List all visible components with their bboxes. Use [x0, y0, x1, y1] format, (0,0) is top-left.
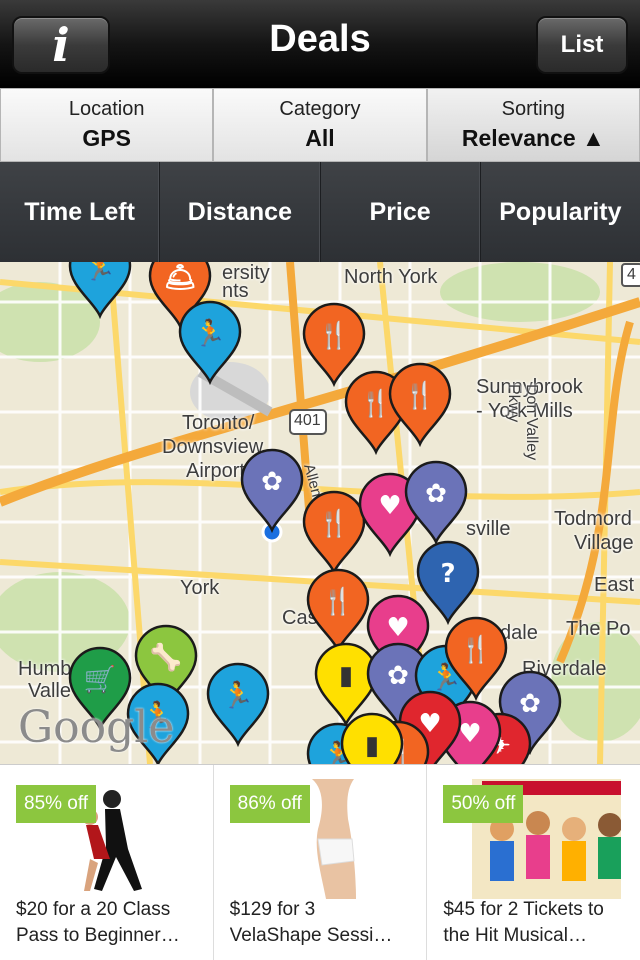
info-icon: i: [52, 18, 70, 72]
map-pin-fitness[interactable]: 🏃: [178, 300, 242, 386]
restaurant-icon: 🍴: [360, 388, 392, 419]
map-pin-spa[interactable]: ✿: [404, 460, 468, 546]
fitness-icon: 🏃: [222, 680, 254, 711]
filter-label: Sorting: [501, 98, 565, 120]
filter-label: Location: [68, 98, 145, 120]
map-pin-restaurant[interactable]: 🍴: [388, 362, 452, 448]
discount-badge: 50% off: [443, 785, 524, 823]
location-filter[interactable]: Location GPS: [0, 88, 214, 162]
map-pin-restaurant[interactable]: 🍴: [302, 302, 366, 388]
deal-description: $20 for a 20 Class Pass to Beginner…: [16, 897, 198, 949]
shopping-icon: 🛒: [84, 664, 116, 695]
fitness-icon: 🏃: [84, 262, 116, 283]
filter-value: All: [305, 125, 335, 151]
discount-badge: 85% off: [16, 785, 97, 823]
deal-line: the Hit Musical…: [443, 925, 587, 946]
sort-bar: Time Left Distance Price Popularity: [0, 162, 640, 262]
unknown-icon: ?: [440, 559, 455, 589]
deal-description: $129 for 3 VelaShape Sessi…: [230, 897, 412, 949]
list-view-button[interactable]: List: [536, 16, 628, 74]
spa-icon: ✿: [387, 661, 409, 691]
deal-line: $20 for a 20 Class: [16, 899, 171, 920]
map-pin-spa[interactable]: ✿: [240, 448, 304, 534]
map-pin-restaurant[interactable]: 🍴: [302, 490, 366, 576]
page-title: Deals: [269, 18, 371, 60]
restaurant-icon: 🍴: [322, 586, 354, 617]
sort-popularity-button[interactable]: Popularity: [481, 162, 640, 262]
deal-line: VelaShape Sessi…: [229, 925, 393, 946]
health-icon: ♥: [378, 491, 401, 521]
deal-line: $129 for 3: [229, 899, 316, 920]
coupon-icon: ▮: [365, 731, 379, 761]
sorting-filter[interactable]: Sorting Relevance ▲: [426, 88, 640, 162]
restaurant-icon: 🍴: [460, 634, 492, 665]
restaurant-icon: 🍴: [404, 380, 436, 411]
spa-icon: ✿: [519, 689, 541, 719]
google-logo: Google: [18, 702, 175, 753]
deals-carousel: 85% off $20 for a 20 Class Pass to Begin…: [0, 764, 640, 960]
category-filter[interactable]: Category All: [213, 88, 427, 162]
deals-map[interactable]: ersity nts North York Sunnybrook - York …: [0, 262, 640, 764]
pins-layer: 🏃🛎🏃🍴🍴🍴✿🍴♥✿?🍴♥🦴🛒🏃🏃▮✿🏃🍴✿✈♥♥🍴🏃▮: [68, 262, 562, 764]
deal-card[interactable]: 85% off $20 for a 20 Class Pass to Begin…: [0, 765, 214, 960]
map-pin-coupon[interactable]: ▮: [340, 712, 404, 764]
deal-description: $45 for 2 Tickets to the Hit Musical…: [443, 897, 625, 949]
fitness-icon: 🏃: [194, 318, 226, 349]
sort-time-left-button[interactable]: Time Left: [0, 162, 161, 262]
deal-card[interactable]: 50% off $45 for 2 Tickets to the Hit Mus…: [427, 765, 640, 960]
filter-label: Category: [279, 98, 361, 120]
map-pin-fitness[interactable]: 🏃: [68, 262, 132, 320]
deal-line: Pass to Beginner…: [16, 925, 180, 946]
filter-segmented-control: Location GPS Category All Sorting Releva…: [0, 88, 640, 162]
filter-value: Relevance ▲: [461, 125, 605, 151]
sort-distance-button[interactable]: Distance: [160, 162, 321, 262]
info-button[interactable]: i: [12, 16, 110, 74]
health-icon: ♥: [458, 719, 481, 749]
deal-line: $45 for 2 Tickets to: [443, 899, 604, 920]
service-icon: 🛎: [163, 263, 196, 293]
map-pin-coupon[interactable]: ▮: [314, 642, 378, 728]
navbar: i Deals List: [0, 0, 640, 88]
restaurant-icon: 🍴: [318, 508, 350, 539]
map-pin-fitness[interactable]: 🏃: [206, 662, 270, 748]
spa-icon: ✿: [425, 479, 447, 509]
pets-icon: 🦴: [150, 641, 182, 673]
deal-card[interactable]: 86% off $129 for 3 VelaShape Sessi…: [214, 765, 428, 960]
restaurant-icon: 🍴: [318, 320, 350, 351]
sort-price-button[interactable]: Price: [321, 162, 481, 262]
spa-icon: ✿: [261, 467, 283, 497]
health-icon: ♥: [386, 613, 409, 643]
coupon-icon: ▮: [339, 661, 353, 691]
discount-badge: 86% off: [229, 785, 310, 823]
map-pin-unknown[interactable]: ?: [416, 540, 480, 626]
map-pin-restaurant[interactable]: 🍴: [306, 568, 370, 654]
filter-value: GPS: [82, 125, 131, 151]
